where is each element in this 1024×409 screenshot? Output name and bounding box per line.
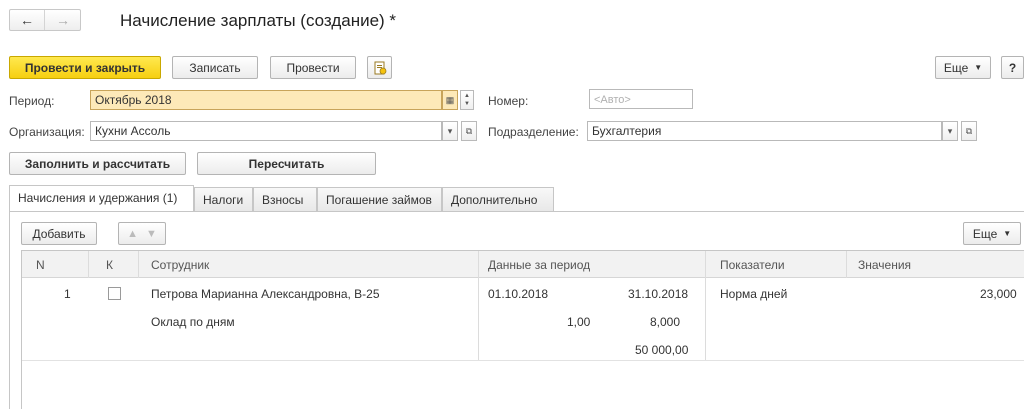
help-button[interactable]: ? [1001, 56, 1024, 79]
col-header-employee[interactable]: Сотрудник [151, 258, 209, 272]
forward-arrow-icon[interactable]: → [46, 10, 80, 30]
period-label: Период: [9, 94, 55, 108]
calendar-icon[interactable]: ▦ [442, 90, 458, 110]
col-header-values[interactable]: Значения [858, 258, 911, 272]
post-and-close-button[interactable]: Провести и закрыть [9, 56, 161, 79]
organization-dropdown-icon[interactable]: ▾ [442, 121, 458, 141]
period-spinner[interactable]: ▲ ▼ [460, 90, 474, 110]
period-field[interactable]: Октябрь 2018 [90, 90, 442, 110]
date-from: 01.10.2018 [488, 287, 549, 301]
table-more-label: Еще [972, 226, 998, 241]
recalculate-button[interactable]: Пересчитать [197, 152, 376, 175]
col-header-n[interactable]: N [36, 258, 45, 272]
tab-taxes[interactable]: Налоги [194, 187, 253, 211]
col-header-period-data[interactable]: Данные за период [488, 258, 590, 272]
col-divider [846, 251, 847, 278]
col-header-indicators[interactable]: Показатели [720, 258, 785, 272]
employee-name: Петрова Марианна Александровна, В-25 [151, 287, 380, 301]
back-arrow-icon[interactable]: ← [10, 10, 45, 30]
row-number: 1 [64, 287, 71, 301]
more-button[interactable]: Еще ▼ [935, 56, 991, 79]
accrual-type: Оклад по дням [151, 315, 235, 329]
days-worked: 8,000 [650, 315, 681, 329]
organization-open-icon[interactable]: ⧉ [461, 121, 477, 141]
fill-and-calculate-button[interactable]: Заполнить и рассчитать [9, 152, 186, 175]
spinner-up-icon: ▲ [464, 93, 470, 99]
spinner-down-icon: ▼ [464, 101, 470, 107]
department-open-icon[interactable]: ⧉ [961, 121, 977, 141]
tab-accruals[interactable]: Начисления и удержания (1) [9, 185, 194, 211]
save-button[interactable]: Записать [172, 56, 258, 79]
department-dropdown-icon[interactable]: ▾ [942, 121, 958, 141]
tab-contributions[interactable]: Взносы [253, 187, 317, 211]
number-label: Номер: [488, 94, 529, 108]
organization-field[interactable]: Кухни Ассоль [90, 121, 442, 141]
add-button[interactable]: Добавить [21, 222, 97, 245]
table-more-button[interactable]: Еще ▼ [963, 222, 1021, 245]
tab-loan-repayment[interactable]: Погашение займов [317, 187, 442, 211]
move-down-icon[interactable]: ▼ [146, 228, 157, 240]
table-row[interactable]: 1 Петрова Марианна Александровна, В-25 О… [22, 279, 1024, 361]
document-report-icon [374, 61, 386, 74]
page-title: Начисление зарплаты (создание) * [120, 11, 397, 30]
quantity: 1,00 [567, 315, 591, 329]
organization-label: Организация: [9, 125, 85, 139]
department-field[interactable]: Бухгалтерия [587, 121, 942, 141]
move-up-icon[interactable]: ▲ [127, 228, 138, 240]
more-label: Еще [943, 60, 969, 75]
row-checkbox[interactable] [108, 287, 121, 300]
chevron-down-icon: ▼ [974, 63, 983, 72]
indicator-name: Норма дней [720, 287, 788, 301]
col-divider [88, 251, 89, 278]
tab-additional[interactable]: Дополнительно [442, 187, 554, 211]
nav-group: ← → [9, 9, 81, 31]
accrual-amount: 50 000,00 [635, 343, 689, 357]
indicator-value: 23,000 [980, 287, 1017, 301]
date-to: 31.10.2018 [628, 287, 689, 301]
department-label: Подразделение: [488, 125, 579, 139]
chevron-down-icon: ▼ [1003, 229, 1012, 238]
report-icon-button[interactable] [367, 56, 392, 79]
col-header-k[interactable]: К [106, 258, 113, 272]
col-divider [138, 251, 139, 278]
number-field[interactable]: <Авто> [589, 89, 693, 109]
move-buttons: ▲ ▼ [118, 222, 166, 245]
number-placeholder: <Авто> [594, 94, 631, 106]
post-button[interactable]: Провести [270, 56, 356, 79]
